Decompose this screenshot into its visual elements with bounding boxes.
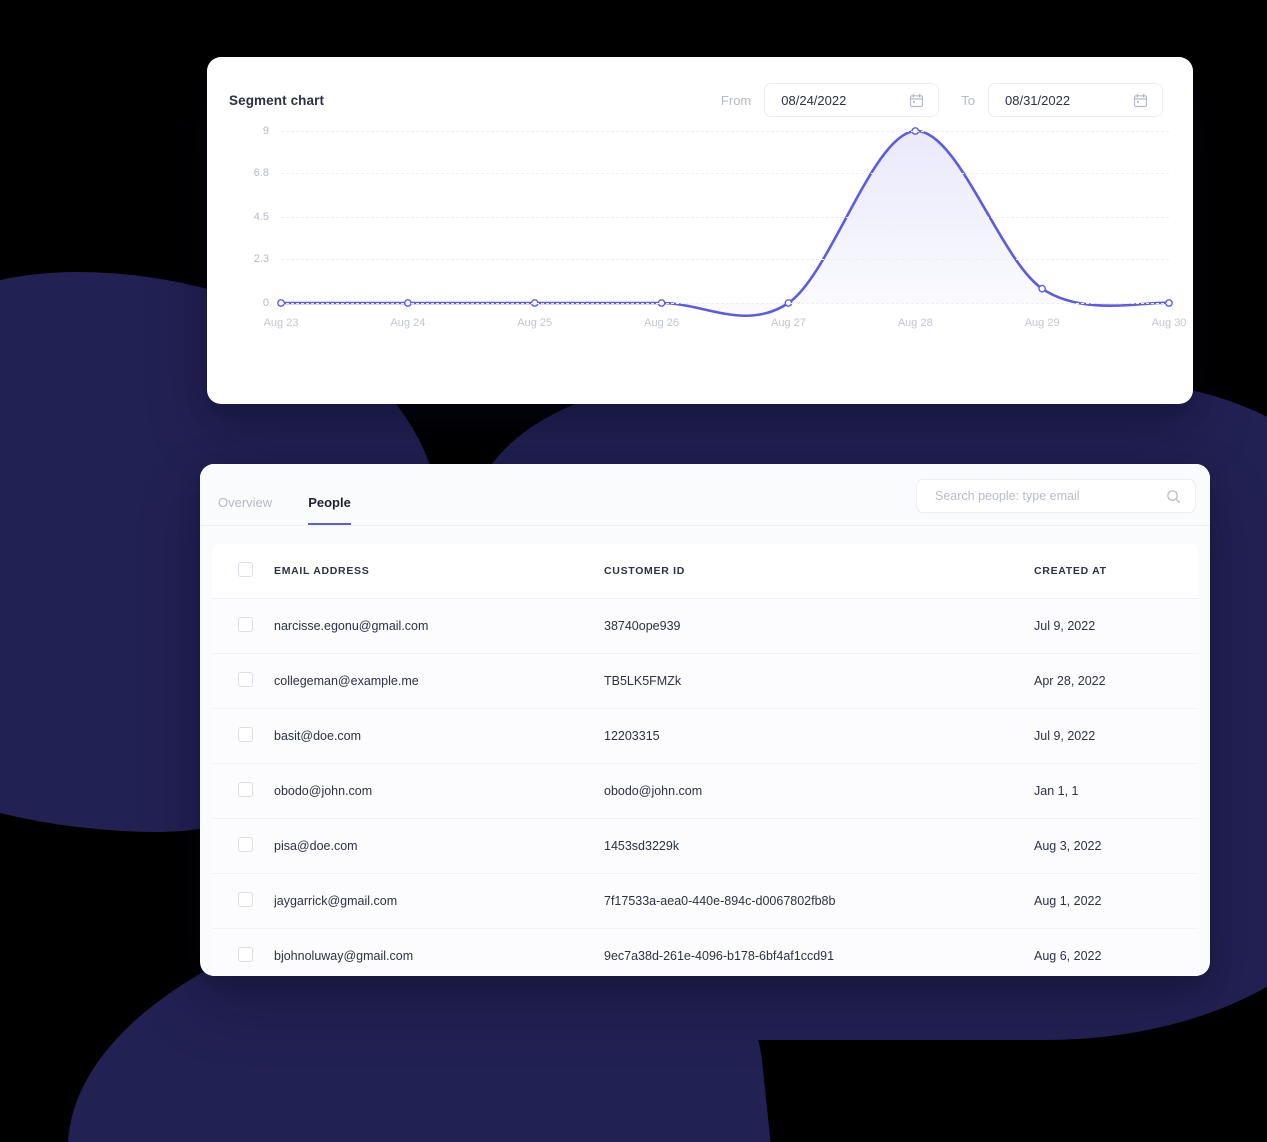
y-axis-tick-label: 6.8 bbox=[253, 167, 269, 180]
row-checkbox[interactable] bbox=[238, 837, 253, 852]
row-checkbox[interactable] bbox=[238, 947, 253, 962]
tab-overview[interactable]: Overview bbox=[218, 496, 272, 525]
row-select-cell bbox=[212, 873, 274, 929]
y-axis-tick-label: 2.3 bbox=[253, 253, 269, 266]
search-people-box[interactable] bbox=[916, 479, 1196, 513]
x-axis-tick-label: Aug 26 bbox=[644, 317, 679, 329]
calendar-icon bbox=[909, 93, 924, 108]
table-head: EMAIL ADDRESS CUSTOMER ID CREATED AT bbox=[212, 544, 1198, 599]
cell-customer-id: 12203315 bbox=[604, 708, 1034, 764]
gridline bbox=[281, 303, 1169, 304]
cell-customer-id: obodo@john.com bbox=[604, 763, 1034, 819]
row-select-cell bbox=[212, 763, 274, 819]
column-header-email[interactable]: EMAIL ADDRESS bbox=[274, 544, 604, 599]
row-select-cell bbox=[212, 598, 274, 654]
tab-people[interactable]: People bbox=[308, 496, 351, 525]
gridline bbox=[281, 173, 1169, 175]
to-date-value: 08/31/2022 bbox=[1005, 92, 1071, 108]
y-axis-tick-label: 0 bbox=[262, 297, 269, 309]
calendar-icon bbox=[1133, 93, 1148, 108]
row-checkbox[interactable] bbox=[238, 892, 253, 907]
x-axis-tick-label: Aug 28 bbox=[897, 317, 933, 329]
cell-created-at: Aug 3, 2022 bbox=[1034, 818, 1198, 874]
people-table-container: EMAIL ADDRESS CUSTOMER ID CREATED AT nar… bbox=[212, 544, 1198, 976]
row-checkbox[interactable] bbox=[238, 672, 253, 687]
row-checkbox[interactable] bbox=[238, 782, 253, 797]
cell-email: basit@doe.com bbox=[274, 708, 604, 764]
people-table-card: Overview People EMAIL ADDRESS bbox=[200, 464, 1210, 976]
gridline bbox=[281, 259, 1169, 261]
row-select-cell bbox=[212, 708, 274, 764]
gridline bbox=[281, 217, 1169, 218]
row-checkbox[interactable] bbox=[238, 727, 253, 742]
from-label: From bbox=[720, 92, 752, 108]
tab-bar: Overview People bbox=[200, 464, 351, 525]
cell-created-at: Aug 1, 2022 bbox=[1034, 873, 1198, 929]
cell-email: obodo@john.com bbox=[274, 763, 604, 819]
table-row[interactable]: pisa@doe.com 1453sd3229k Aug 3, 2022 bbox=[212, 818, 1198, 874]
column-header-customer-id[interactable]: CUSTOMER ID bbox=[604, 544, 1034, 599]
cell-email: collegeman@example.me bbox=[274, 653, 604, 709]
x-axis-tick-label: Aug 27 bbox=[770, 317, 806, 329]
cell-email: pisa@doe.com bbox=[274, 818, 604, 874]
x-axis-labels: Aug 23 Aug 24 Aug 25 Aug 26 Aug 27 Aug 28 Aug … bbox=[264, 317, 1187, 337]
chart-data-point[interactable] bbox=[1039, 285, 1045, 291]
table-row[interactable]: narcisse.egonu@gmail.com 38740ope939 Jul 9… bbox=[212, 598, 1198, 654]
x-axis-tick-label: Aug 30 bbox=[1151, 317, 1187, 329]
cell-created-at: Jul 9, 2022 bbox=[1034, 598, 1198, 654]
table-toolbar: Overview People bbox=[200, 464, 1210, 526]
date-range-to: To 08/31/2022 bbox=[961, 83, 1163, 117]
table-header-row: EMAIL ADDRESS CUSTOMER ID CREATED AT bbox=[212, 544, 1198, 599]
date-range-from: From 08/24/2022 bbox=[720, 83, 940, 117]
row-select-cell bbox=[212, 653, 274, 709]
column-header-created-at[interactable]: CREATED AT bbox=[1034, 544, 1198, 599]
y-axis-tick-label: 4.5 bbox=[253, 211, 269, 223]
cell-customer-id: 38740ope939 bbox=[604, 598, 1034, 654]
to-date-input[interactable]: 08/31/2022 bbox=[988, 83, 1163, 117]
cell-email: jaygarrick@gmail.com bbox=[274, 873, 604, 929]
segment-chart-plot: 0 2.3 4.5 6.8 9 Aug 23 Aug 24 Aug 25 Aug 26 Aug … bbox=[229, 125, 1187, 361]
y-axis-labels: 0 2.3 4.5 6.8 9 bbox=[229, 125, 269, 309]
people-table: EMAIL ADDRESS CUSTOMER ID CREATED AT nar… bbox=[212, 544, 1198, 976]
from-date-input[interactable]: 08/24/2022 bbox=[764, 83, 940, 117]
y-axis-tick-label: 9 bbox=[262, 125, 269, 137]
cell-customer-id: 1453sd3229k bbox=[604, 818, 1034, 874]
cell-customer-id: 9ec7a38d-261e-4096-b178-6bf4af1ccd91 bbox=[604, 949, 835, 963]
from-date-value: 08/24/2022 bbox=[781, 92, 847, 108]
plot-area bbox=[281, 131, 1169, 303]
cell-email: bjohnoluway@gmail.com bbox=[274, 949, 414, 963]
cell-customer-id: 7f17533a-aea0-440e-894c-d0067802fb8b bbox=[604, 873, 1034, 929]
chart-header: Segment chart From 08/24/2022 To 08/31/2… bbox=[207, 57, 1193, 117]
x-axis-tick-label: Aug 29 bbox=[1024, 317, 1060, 329]
segment-chart-card: Segment chart From 08/24/2022 To 08/31/2… bbox=[207, 57, 1193, 404]
cell-created-at: Aug 6, 2022 bbox=[1034, 949, 1102, 963]
table-row[interactable]: basit@doe.com 12203315 Jul 9, 2022 bbox=[212, 708, 1198, 764]
date-range-controls: From 08/24/2022 To 08/31/2022 bbox=[721, 83, 1163, 117]
page-title: Segment chart bbox=[229, 92, 325, 108]
cell-created-at: Apr 28, 2022 bbox=[1034, 653, 1198, 709]
row-checkbox[interactable] bbox=[238, 617, 253, 632]
select-all-cell bbox=[212, 544, 274, 599]
table-row[interactable]: jaygarrick@gmail.com 7f17533a-aea0-440e-8… bbox=[212, 873, 1198, 929]
search-icon[interactable] bbox=[1166, 489, 1181, 504]
cell-created-at: Jul 9, 2022 bbox=[1034, 708, 1198, 764]
table-row[interactable]: bjohnoluway@gmail.com 9ec7a38d-261e-4096-… bbox=[212, 928, 1198, 977]
chart-area-fill bbox=[281, 130, 1169, 316]
gridline bbox=[281, 131, 1169, 132]
cell-email: narcisse.egonu@gmail.com bbox=[274, 598, 604, 654]
x-axis-tick-label: Aug 24 bbox=[390, 317, 426, 329]
select-all-checkbox[interactable] bbox=[238, 562, 253, 577]
table-row[interactable]: obodo@john.com obodo@john.com Jan 1, 1 bbox=[212, 763, 1198, 819]
cell-created-at: Jan 1, 1 bbox=[1034, 763, 1198, 819]
table-body: narcisse.egonu@gmail.com 38740ope939 Jul 9… bbox=[212, 598, 1198, 977]
cell-customer-id: TB5LK5FMZk bbox=[604, 653, 1034, 709]
row-select-cell bbox=[212, 818, 274, 874]
x-axis-tick-label: Aug 23 bbox=[263, 317, 299, 329]
to-label: To bbox=[961, 92, 975, 108]
x-axis-tick-label: Aug 25 bbox=[517, 317, 553, 329]
search-input[interactable] bbox=[933, 488, 1152, 504]
table-row[interactable]: collegeman@example.me TB5LK5FMZk Apr 28, 2… bbox=[212, 653, 1198, 709]
row-select-cell bbox=[212, 929, 274, 977]
